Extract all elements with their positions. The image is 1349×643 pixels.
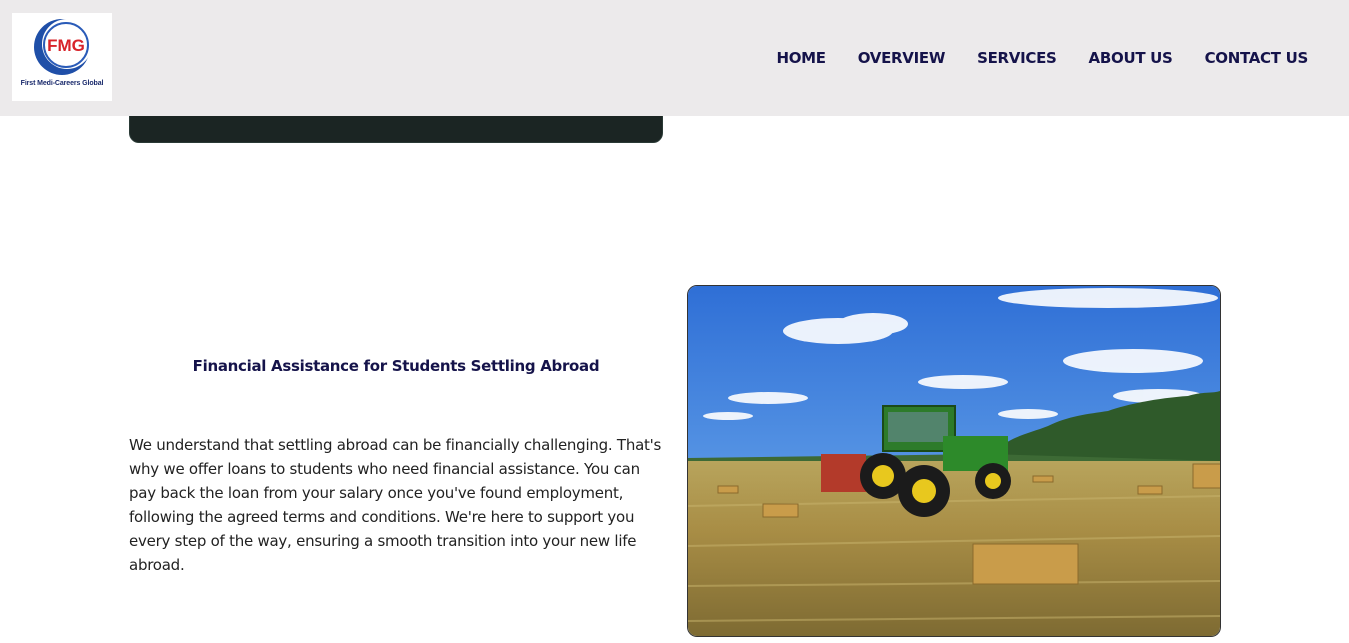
nav-home[interactable]: HOME: [776, 47, 826, 69]
site-header: FMG First Medi-Careers Global HOME OVERV…: [0, 0, 1349, 116]
logo-caption: First Medi-Careers Global: [20, 80, 104, 87]
tractor-field-image: [687, 285, 1221, 637]
logo-mark-text: FMG: [47, 36, 85, 55]
nav-overview[interactable]: OVERVIEW: [858, 47, 946, 69]
main-nav: HOME OVERVIEW SERVICES ABOUT US CONTACT …: [776, 47, 1308, 69]
nav-services[interactable]: SERVICES: [977, 47, 1057, 69]
fmg-logo[interactable]: FMG First Medi-Careers Global: [12, 13, 112, 101]
nav-contact-us[interactable]: CONTACT US: [1205, 47, 1309, 69]
section-body: We understand that settling abroad can b…: [129, 436, 662, 574]
section-title: Financial Assistance for Students Settli…: [192, 357, 600, 375]
fmg-logo-mark-icon: FMG: [34, 19, 92, 75]
nav-about-us[interactable]: ABOUT US: [1089, 47, 1173, 69]
